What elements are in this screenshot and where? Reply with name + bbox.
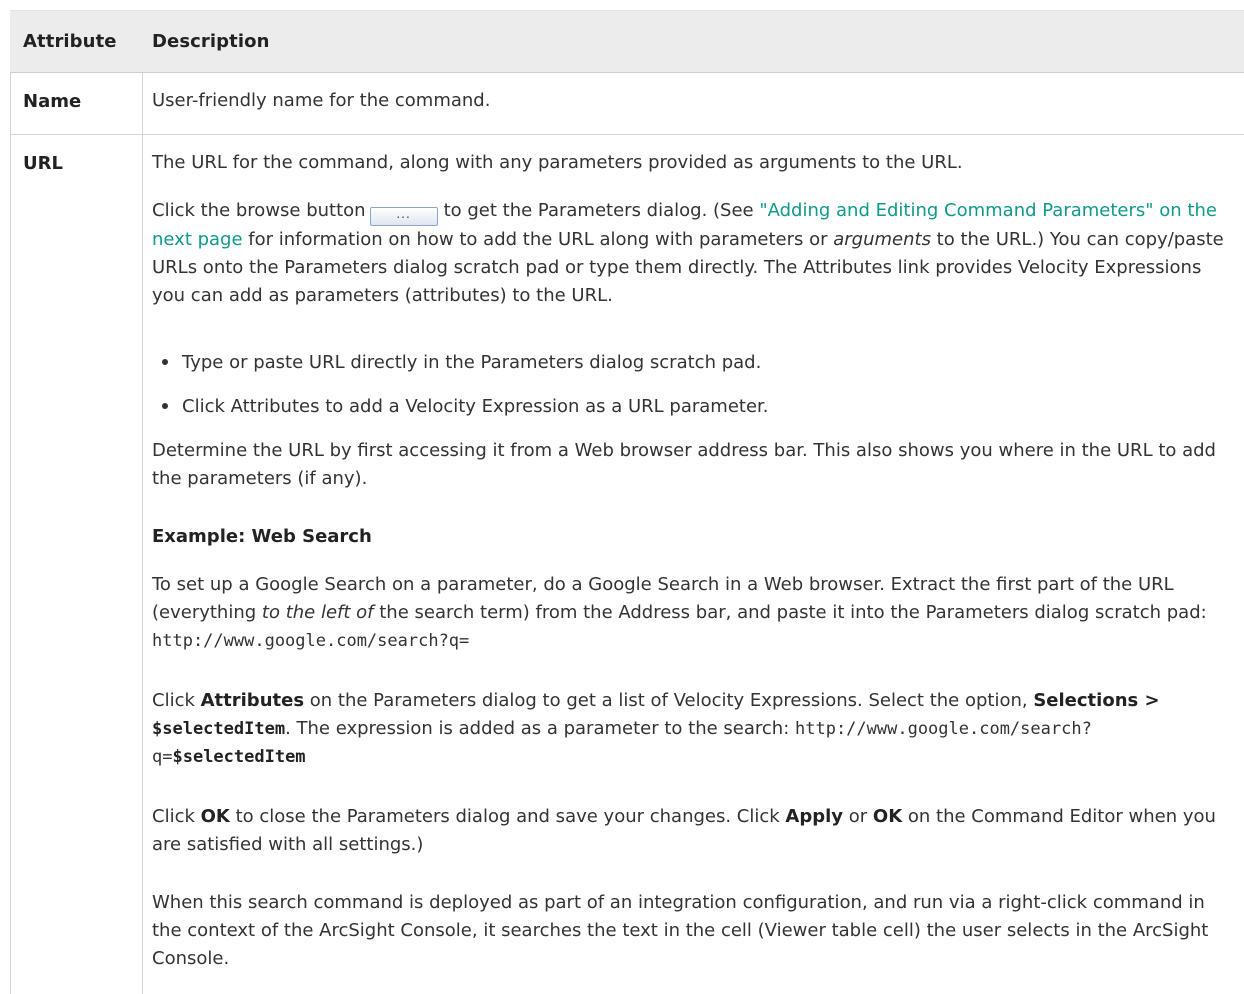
example-paragraph-3: Click OK to close the Parameters dialog … xyxy=(152,806,1216,855)
header-attribute: Attribute xyxy=(23,31,117,52)
bullet-icon xyxy=(162,403,168,409)
attribute-url: URL xyxy=(23,153,63,174)
url-browse-paragraph: Click the browse button... to get the Par… xyxy=(152,200,1224,306)
list-item: Type or paste URL directly in the Parame… xyxy=(162,349,1232,377)
url-determine-paragraph: Determine the URL by first accessing it … xyxy=(152,440,1216,489)
browse-button[interactable]: ... xyxy=(369,207,438,226)
attribute-name: Name xyxy=(23,91,82,112)
table-left-border xyxy=(10,73,11,994)
code-url: http://www.google.com/search?q= xyxy=(152,631,470,651)
header-description: Description xyxy=(152,31,270,52)
name-description: User-friendly name for the command. xyxy=(152,90,491,111)
example-paragraph-4: When this search command is deployed as … xyxy=(152,892,1209,969)
url-description-intro: The URL for the command, along with any … xyxy=(152,152,963,173)
column-divider xyxy=(142,73,143,994)
example-heading: Example: Web Search xyxy=(152,526,372,547)
example-paragraph-2: Click Attributes on the Parameters dialo… xyxy=(152,690,1160,767)
bullet-icon xyxy=(162,359,168,365)
table-header: Attribute Description xyxy=(10,10,1244,73)
attributes-table: Attribute Description Name User-friendly… xyxy=(10,10,1244,994)
example-paragraph-1: To set up a Google Search on a parameter… xyxy=(152,574,1207,651)
list-item: Click Attributes to add a Velocity Expre… xyxy=(162,393,1232,421)
